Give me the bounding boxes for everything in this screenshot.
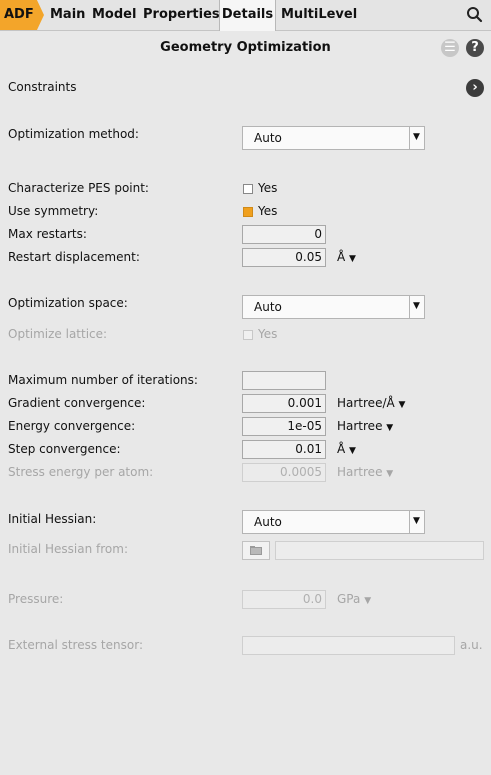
step-convergence-label: Step convergence: [8, 442, 121, 456]
tab-model[interactable]: Model [92, 0, 136, 30]
gradient-convergence-unit[interactable]: Hartree/Å ▼ [337, 396, 405, 410]
energy-convergence-label: Energy convergence: [8, 419, 136, 433]
optimize-lattice-checkbox-label: Yes [258, 327, 278, 341]
pes-point-checkbox-label: Yes [258, 181, 278, 195]
step-convergence-field[interactable]: 0.01 [242, 440, 326, 459]
search-icon [467, 7, 483, 23]
unit-text: Å [337, 442, 346, 456]
tab-adf-label: ADF [4, 7, 34, 22]
gradient-convergence-label: Gradient convergence: [8, 396, 146, 410]
initial-hessian-from-label: Initial Hessian from: [8, 542, 129, 556]
tab-main[interactable]: Main [50, 0, 85, 30]
page-title: Geometry Optimization [160, 40, 331, 55]
tab-details[interactable]: Details [219, 0, 276, 31]
initial-hessian-label: Initial Hessian: [8, 512, 97, 526]
chevron-down-icon: ▼ [413, 132, 420, 142]
optimization-method-select[interactable]: Auto ▼ [242, 126, 425, 150]
optimization-space-value: Auto [254, 300, 282, 314]
pes-point-label: Characterize PES point: [8, 181, 149, 195]
pressure-label: Pressure: [8, 592, 64, 606]
tab-multilevel[interactable]: MultiLevel [281, 0, 357, 30]
chevron-down-icon: ▼ [364, 596, 372, 606]
stress-energy-unit: Hartree ▼ [337, 465, 393, 479]
stress-tensor-field [242, 636, 455, 655]
restart-displacement-unit[interactable]: Å ▼ [337, 250, 356, 264]
optimization-space-select[interactable]: Auto ▼ [242, 295, 425, 319]
initial-hessian-select[interactable]: Auto ▼ [242, 510, 425, 534]
restart-displacement-label: Restart displacement: [8, 250, 140, 264]
tab-properties[interactable]: Properties [143, 0, 220, 30]
stress-tensor-unit: a.u. [460, 638, 483, 652]
use-symmetry-checkbox[interactable] [243, 207, 253, 217]
optimize-lattice-label: Optimize lattice: [8, 327, 108, 341]
max-restarts-field[interactable]: 0 [242, 225, 326, 244]
energy-convergence-unit[interactable]: Hartree ▼ [337, 419, 393, 433]
stress-energy-field: 0.0005 [242, 463, 326, 482]
chevron-down-icon: ▼ [349, 254, 356, 264]
pes-point-checkbox[interactable] [243, 184, 253, 194]
optimize-lattice-checkbox [243, 330, 253, 340]
gradient-convergence-field[interactable]: 0.001 [242, 394, 326, 413]
unit-text: Å [337, 250, 346, 264]
max-iterations-field[interactable] [242, 371, 326, 390]
folder-icon [250, 546, 262, 555]
browse-button[interactable] [242, 541, 270, 560]
pressure-unit: GPa ▼ [337, 592, 371, 606]
initial-hessian-file-field [275, 541, 484, 560]
combo-divider [409, 296, 410, 318]
chevron-down-icon: ▼ [398, 400, 406, 410]
combo-divider [409, 127, 410, 149]
stress-energy-label: Stress energy per atom: [8, 465, 154, 479]
chevron-down-icon: ▼ [413, 516, 420, 526]
chevron-down-icon: ▼ [386, 469, 394, 479]
optimization-method-label: Optimization method: [8, 127, 139, 141]
unit-text: GPa [337, 592, 361, 606]
use-symmetry-checkbox-label: Yes [258, 204, 278, 218]
combo-divider [409, 511, 410, 533]
pressure-field: 0.0 [242, 590, 326, 609]
step-convergence-unit[interactable]: Å ▼ [337, 442, 356, 456]
optimization-method-value: Auto [254, 131, 282, 145]
restart-displacement-field[interactable]: 0.05 [242, 248, 326, 267]
chevron-down-icon: ▼ [349, 446, 356, 456]
chevron-down-icon: ▼ [386, 423, 394, 433]
unit-text: Hartree [337, 465, 383, 479]
optimization-space-label: Optimization space: [8, 296, 128, 310]
chevron-down-icon: ▼ [413, 301, 420, 311]
help-icon[interactable]: ? [466, 39, 484, 57]
max-iterations-label: Maximum number of iterations: [8, 373, 198, 387]
chevron-right-icon[interactable]: › [466, 79, 484, 97]
menu-icon[interactable]: ☰ [441, 39, 459, 57]
unit-text: Hartree/Å [337, 396, 395, 410]
search-button[interactable] [464, 4, 486, 26]
initial-hessian-value: Auto [254, 515, 282, 529]
constraints-label[interactable]: Constraints [8, 80, 76, 94]
max-restarts-label: Max restarts: [8, 227, 87, 241]
stress-tensor-label: External stress tensor: [8, 638, 143, 652]
use-symmetry-label: Use symmetry: [8, 204, 99, 218]
unit-text: Hartree [337, 419, 383, 433]
energy-convergence-field[interactable]: 1e-05 [242, 417, 326, 436]
tab-adf[interactable]: ADF [0, 0, 44, 30]
tab-bar: ADF Main Model Properties Details MultiL… [0, 0, 491, 31]
